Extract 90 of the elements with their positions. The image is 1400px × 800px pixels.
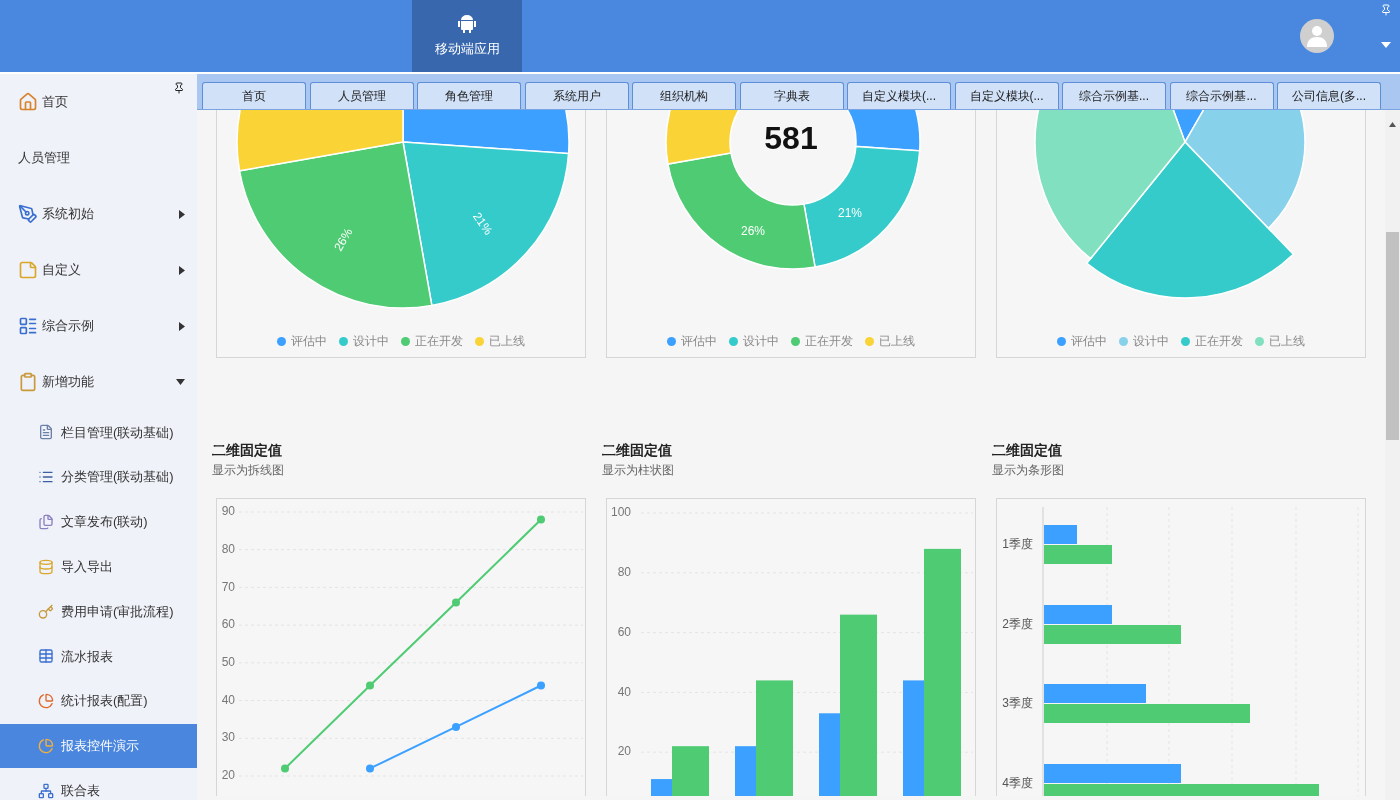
axis-tick-label: 40 bbox=[221, 692, 235, 707]
sidebar-item[interactable]: 报表控件演示 bbox=[0, 723, 197, 769]
user-icon bbox=[1307, 25, 1327, 47]
scroll-thumb[interactable] bbox=[1386, 232, 1399, 440]
sidebar-item[interactable]: 流水报表 bbox=[0, 634, 197, 679]
tab[interactable]: 综合示例基... bbox=[1169, 82, 1274, 109]
tab[interactable]: 角色管理 bbox=[417, 82, 521, 109]
network-icon bbox=[38, 782, 54, 799]
sidebar-item[interactable]: 新增功能 bbox=[0, 354, 197, 410]
sidebar-item[interactable]: 人员管理 bbox=[0, 130, 197, 186]
tab[interactable]: 首页 bbox=[202, 82, 306, 109]
nav-item[interactable]: 移动端应用 bbox=[412, 0, 522, 72]
total-value: 581 bbox=[764, 120, 818, 157]
legend-label[interactable]: 评估中 bbox=[291, 332, 327, 350]
clipboard-icon bbox=[18, 372, 38, 392]
axis-tick-label: 100 bbox=[610, 505, 631, 520]
donut-icon bbox=[38, 693, 54, 710]
slice-label: 26% bbox=[741, 224, 765, 239]
sidebar-item[interactable]: 统计报表(配置) bbox=[0, 678, 197, 724]
legend-label[interactable]: 正在开发 bbox=[1195, 332, 1243, 350]
tab[interactable]: 自定义模块(... bbox=[847, 82, 951, 109]
sidebar-item[interactable]: 导入导出 bbox=[0, 544, 197, 590]
chart-title: 二维固定值 bbox=[212, 441, 283, 460]
legend-label[interactable]: 已上线 bbox=[489, 332, 525, 350]
axis-category-label: 1季度 bbox=[1002, 537, 1033, 552]
legend-label[interactable]: 评估中 bbox=[681, 332, 717, 350]
axis-tick-label: 30 bbox=[221, 730, 235, 745]
sidebar-item[interactable]: 分类管理(联动基础) bbox=[0, 454, 197, 500]
axis-tick-label: 80 bbox=[617, 564, 631, 579]
sidebar-item[interactable]: 文章发布(联动) bbox=[0, 499, 197, 545]
axis-tick-label: 50 bbox=[221, 655, 235, 670]
key-icon bbox=[38, 603, 54, 620]
caret-down-icon[interactable] bbox=[1381, 42, 1391, 48]
chart-subtitle: 显示为柱状图 bbox=[602, 462, 675, 478]
axis-tick-label: 20 bbox=[221, 768, 235, 783]
axis-tick-label: 70 bbox=[221, 579, 235, 594]
pen-icon bbox=[18, 204, 38, 224]
table-icon bbox=[38, 648, 54, 665]
home-icon bbox=[18, 92, 38, 112]
sidebar-item[interactable]: 栏目管理(联动基础) bbox=[0, 410, 197, 455]
android-icon bbox=[458, 13, 476, 34]
sidebar-item[interactable]: 费用申请(审批流程) bbox=[0, 589, 197, 634]
files-icon bbox=[38, 514, 54, 530]
axis-category-label: 4季度 bbox=[1002, 776, 1033, 791]
sidebar-item[interactable]: 联合表 bbox=[0, 768, 197, 800]
tab[interactable]: 自定义模块(... bbox=[954, 82, 1059, 109]
tab[interactable]: 系统用户 bbox=[524, 82, 629, 109]
scrollbar[interactable] bbox=[1385, 110, 1400, 800]
axis-tick-label: 60 bbox=[617, 624, 631, 639]
tab[interactable]: 综合示例基... bbox=[1062, 82, 1166, 109]
sidebar-item[interactable]: 综合示例 bbox=[0, 298, 197, 354]
axis-tick-label: 60 bbox=[221, 617, 235, 632]
data-point bbox=[366, 681, 374, 690]
avatar[interactable] bbox=[1300, 19, 1334, 53]
chart-subtitle: 显示为条形图 bbox=[992, 462, 1065, 478]
scroll-up-icon[interactable] bbox=[1389, 122, 1396, 127]
sidebar-item[interactable]: 首页 bbox=[0, 74, 197, 130]
sidebar-item[interactable]: 自定义 bbox=[0, 242, 197, 298]
data-point bbox=[537, 681, 545, 690]
data-point bbox=[537, 515, 545, 524]
coins-icon bbox=[38, 558, 54, 575]
sidebar-item[interactable]: 系统初始 bbox=[0, 186, 197, 242]
axis-tick-label: 40 bbox=[617, 684, 631, 699]
legend-label[interactable]: 已上线 bbox=[879, 332, 915, 350]
document-icon bbox=[38, 424, 54, 441]
slice-label: 21% bbox=[838, 206, 862, 221]
tab[interactable]: 公司信息(多... bbox=[1277, 82, 1381, 109]
axis-category-label: 3季度 bbox=[1002, 696, 1033, 711]
list-window-icon bbox=[18, 316, 38, 336]
pie-icon bbox=[38, 737, 54, 754]
legend-label[interactable]: 评估中 bbox=[1071, 332, 1107, 350]
axis-tick-label: 20 bbox=[617, 744, 631, 759]
legend-label[interactable]: 正在开发 bbox=[805, 332, 853, 350]
data-point bbox=[452, 722, 460, 731]
data-point bbox=[281, 764, 289, 773]
data-point bbox=[366, 764, 374, 773]
tab[interactable]: 组织机构 bbox=[632, 82, 736, 109]
legend-label[interactable]: 正在开发 bbox=[415, 332, 463, 350]
chart-title: 二维固定值 bbox=[992, 441, 1063, 460]
axis-category-label: 2季度 bbox=[1002, 617, 1033, 632]
tab[interactable]: 人员管理 bbox=[309, 82, 414, 109]
chart-subtitle: 显示为拆线图 bbox=[212, 462, 285, 478]
legend-label[interactable]: 已上线 bbox=[1269, 332, 1305, 350]
pin-icon[interactable] bbox=[173, 82, 185, 94]
axis-tick-label: 90 bbox=[221, 504, 235, 519]
axis-tick-label: 80 bbox=[221, 541, 235, 556]
data-point bbox=[452, 598, 460, 607]
chart-title: 二维固定值 bbox=[602, 441, 673, 460]
tab[interactable]: 字典表 bbox=[739, 82, 844, 109]
note-icon bbox=[18, 260, 38, 280]
